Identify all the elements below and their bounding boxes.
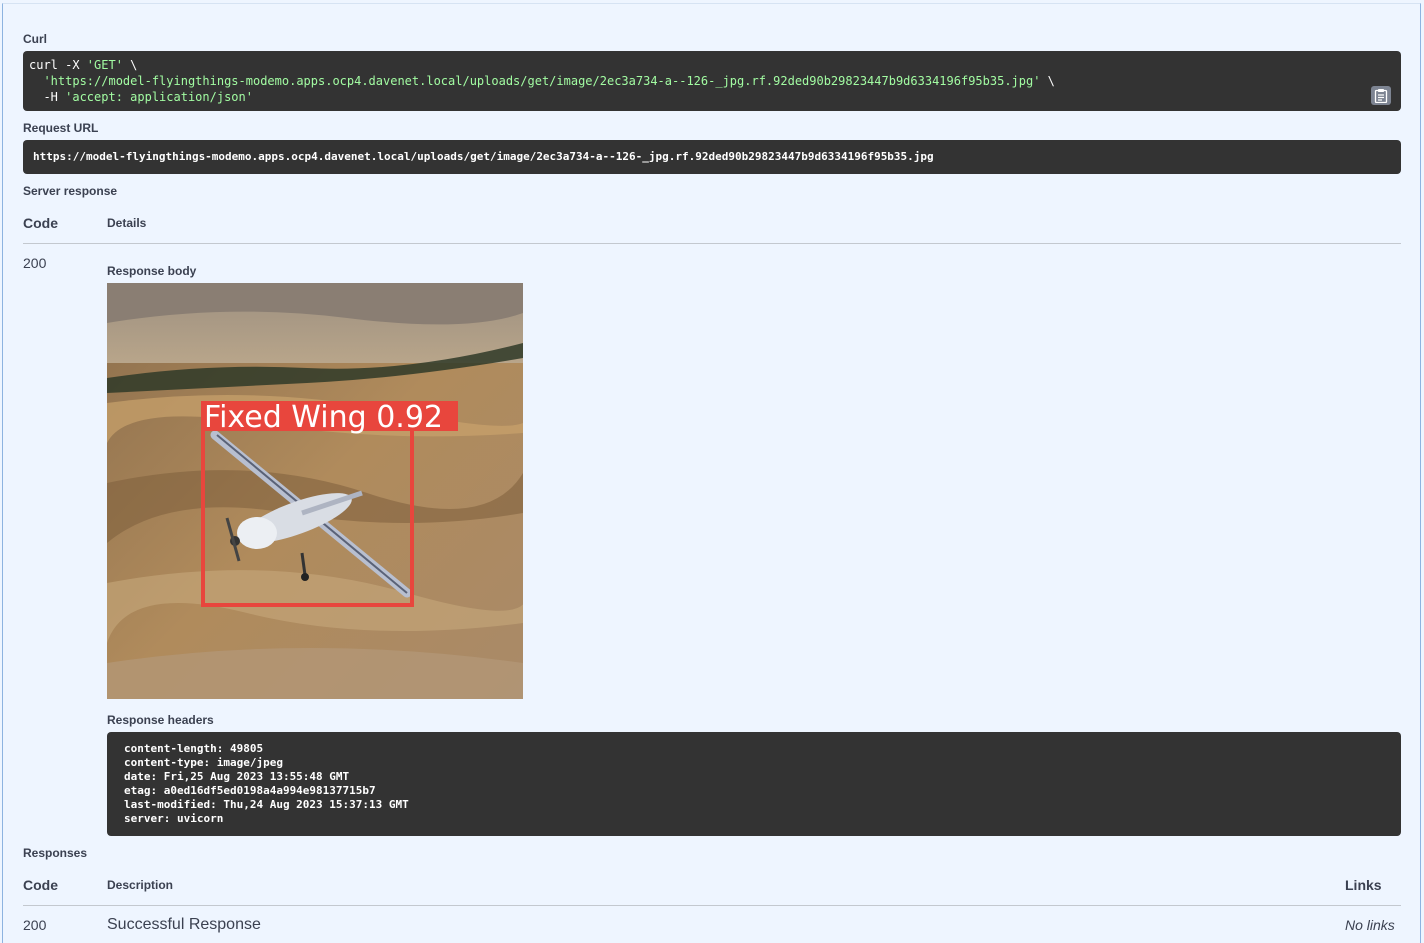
responses-row-links: No links xyxy=(1345,917,1395,933)
table-divider xyxy=(23,243,1401,244)
response-body-label: Response body xyxy=(107,264,197,278)
responses-description-header: Description xyxy=(107,878,174,892)
server-response-label: Server response xyxy=(23,184,118,198)
responses-row-description: Successful Response xyxy=(107,916,261,933)
header-line: content-type: image/jpeg xyxy=(124,756,283,769)
curl-method: 'GET' xyxy=(86,58,123,72)
curl-header-flag: -H xyxy=(29,90,66,104)
curl-header-value: 'accept: application/json' xyxy=(65,90,253,104)
detection-label: Fixed Wing 0.92 xyxy=(204,400,443,435)
header-line: etag: a0ed16df5ed0198a4a994e98137715b7 xyxy=(124,784,376,797)
curl-url: 'https://model-flyingthings-modemo.apps.… xyxy=(43,74,1041,88)
responses-row-code: 200 xyxy=(23,917,47,933)
curl-cmd: curl -X xyxy=(29,58,87,72)
curl-continuation: \ xyxy=(122,58,138,72)
header-line: content-length: 49805 xyxy=(124,742,264,755)
responses-code-header: Code xyxy=(23,877,58,893)
details-column-header: Details xyxy=(107,216,147,230)
responses-links-header: Links xyxy=(1345,877,1382,893)
header-line: server: uvicorn xyxy=(124,812,224,825)
code-column-header: Code xyxy=(23,215,58,231)
copy-to-clipboard-button[interactable] xyxy=(1371,86,1391,105)
response-headers-label: Response headers xyxy=(107,713,214,727)
curl-continuation: \ xyxy=(1040,74,1055,88)
header-line: date: Fri,25 Aug 2023 13:55:48 GMT xyxy=(124,770,350,783)
curl-command-block[interactable]: curl -X 'GET' \ 'https://model-flyingthi… xyxy=(23,51,1401,111)
responses-divider xyxy=(23,905,1401,906)
header-line: last-modified: Thu,24 Aug 2023 15:37:13 … xyxy=(124,798,409,811)
curl-label: Curl xyxy=(23,32,47,46)
response-headers-block[interactable]: content-length: 49805 content-type: imag… xyxy=(107,732,1401,836)
response-status-code: 200 xyxy=(23,255,47,271)
request-url-label: Request URL xyxy=(23,121,99,135)
drone-detection-image: Fixed Wing 0.92 xyxy=(107,283,523,699)
request-url-value[interactable]: https://model-flyingthings-modemo.apps.o… xyxy=(23,140,1401,174)
clipboard-icon xyxy=(1374,89,1388,103)
response-image: Fixed Wing 0.92 xyxy=(107,283,523,699)
responses-label: Responses xyxy=(23,846,88,860)
